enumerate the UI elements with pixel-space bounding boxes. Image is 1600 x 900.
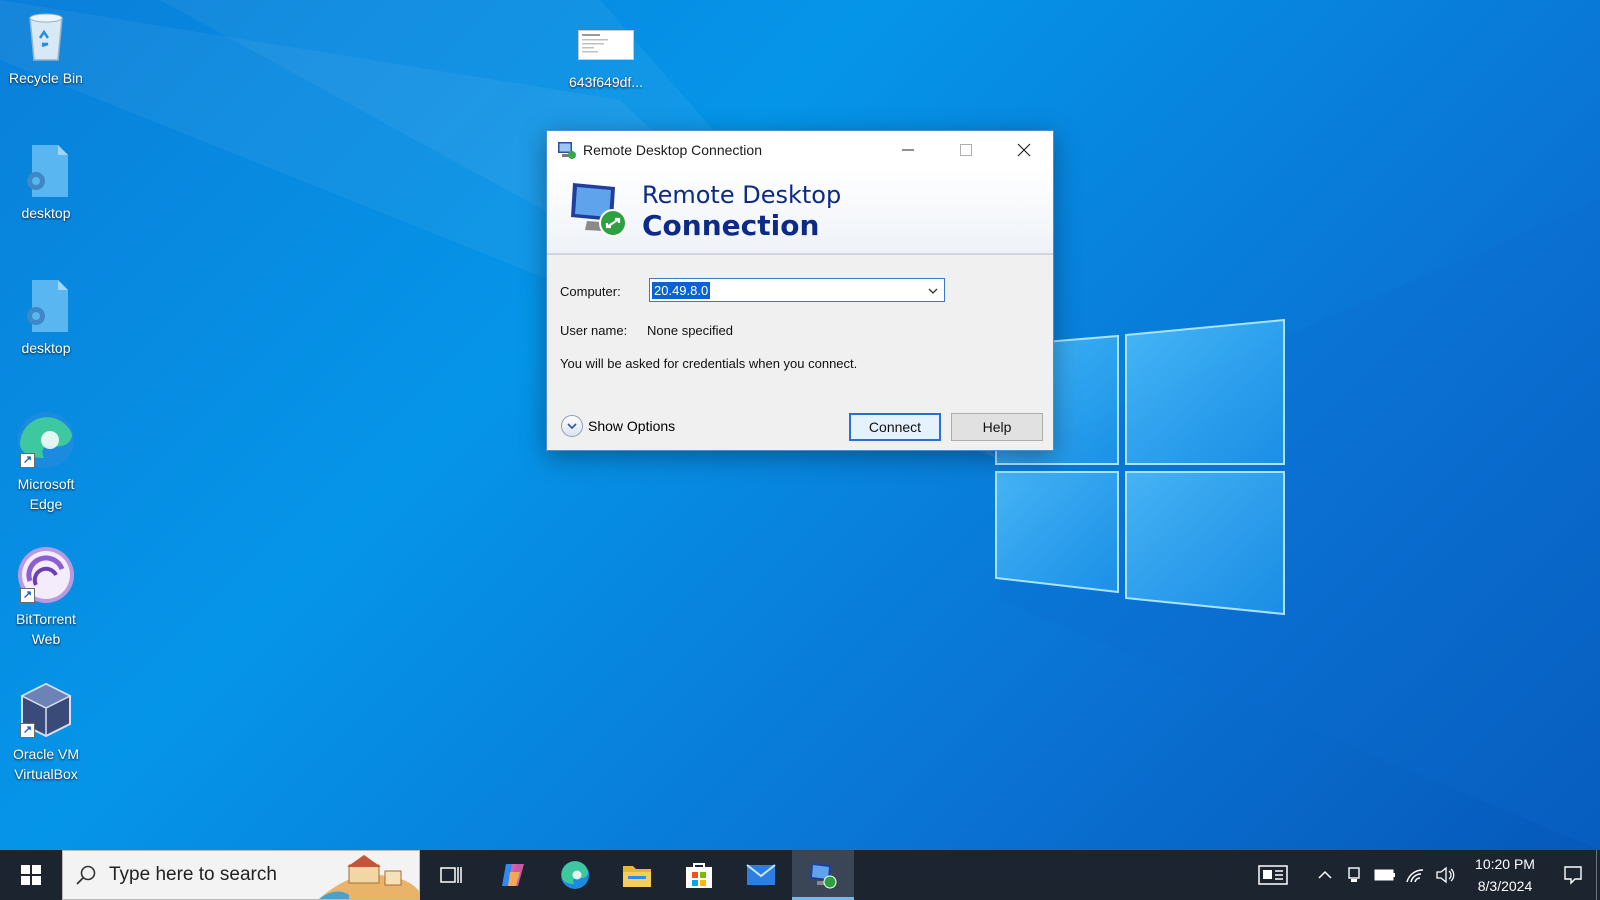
expand-chevron-icon [561,415,583,437]
desktop-icon-label: desktop [21,340,71,356]
desktop-icon-label: Recycle Bin [9,70,83,86]
search-placeholder: Type here to search [109,864,277,885]
help-button[interactable]: Help [951,413,1043,441]
desktop-icon-virtualbox[interactable]: ↗ Oracle VM VirtualBox [1,680,91,784]
taskbar-edge[interactable] [544,850,606,900]
taskbar-file-explorer[interactable] [606,850,668,900]
desktop-icon-label: Oracle VM VirtualBox [12,746,80,782]
tray-volume[interactable] [1430,850,1460,900]
taskbar-copilot[interactable] [482,850,544,900]
wifi-icon [1406,869,1424,883]
dialog-titlebar[interactable]: Remote Desktop Connection [547,131,1053,169]
battery-icon [1374,869,1395,881]
meet-now-icon [1348,867,1360,882]
news-icon [1258,865,1288,885]
remote-desktop-dialog: Remote Desktop Connection Remote Desktop… [546,130,1054,451]
edge-icon: ↗ [16,410,76,470]
windows-start-icon [21,865,41,885]
image-thumbnail-icon [578,30,634,64]
start-button[interactable] [0,850,62,900]
taskbar-remote-desktop[interactable] [792,850,854,900]
desktop-icon-bittorrent-web[interactable]: ↗ BitTorrent Web [1,545,91,649]
maximize-button[interactable] [937,131,995,169]
close-button[interactable] [995,131,1053,169]
desktop-icon-image-file[interactable]: 643f649df... [561,30,651,92]
search-highlight-illustration-icon [319,855,419,899]
remote-desktop-icon [810,863,837,889]
chevron-down-icon[interactable] [926,284,940,298]
dialog-title: Remote Desktop Connection [583,142,762,158]
virtualbox-icon: ↗ [16,680,76,740]
tray-notifications[interactable] [1550,850,1596,900]
tray-battery[interactable] [1370,850,1400,900]
desktop-icon-microsoft-edge[interactable]: ↗ Microsoft Edge [1,410,91,514]
remote-desktop-icon [558,142,576,159]
desktop-icon-label: 643f649df... [569,74,643,90]
minimize-icon [902,149,914,151]
settings-file-icon [18,143,74,199]
bittorrent-icon: ↗ [16,545,76,605]
taskbar-microsoft-store[interactable] [668,850,730,900]
search-icon [76,865,96,885]
edge-icon [561,861,589,889]
connect-button[interactable]: Connect [849,413,941,441]
chevron-up-icon [1318,870,1332,879]
remote-desktop-logo-icon [571,183,627,237]
file-explorer-icon [623,866,651,887]
banner-title-line1: Remote Desktop [642,181,842,209]
tray-network[interactable] [1400,850,1430,900]
username-label: User name: [560,323,628,338]
credentials-info-text: You will be asked for credentials when y… [560,356,858,371]
desktop-icon-desktop-ini-2[interactable]: desktop [1,278,91,358]
notification-icon [1564,866,1582,885]
desktop-icon-desktop-ini-1[interactable]: desktop [1,143,91,223]
tray-meet-now[interactable] [1340,850,1370,900]
mail-icon [746,864,776,885]
computer-input[interactable]: 20.49.8.0 [652,281,711,299]
shortcut-arrow-icon: ↗ [20,588,35,603]
computer-combobox[interactable]: 20.49.8.0 [649,278,945,302]
username-value: None specified [647,323,733,338]
copilot-icon [502,864,524,886]
shortcut-arrow-icon: ↗ [20,723,35,738]
computer-label: Computer: [560,284,621,299]
close-icon [1017,143,1031,157]
show-options-toggle[interactable]: Show Options [561,413,675,439]
shortcut-arrow-icon: ↗ [20,453,35,468]
clock-date: 8/3/2024 [1477,878,1533,894]
show-desktop-button[interactable] [1596,850,1600,900]
minimize-button[interactable] [879,131,937,169]
desktop-icon-label: Microsoft Edge [17,476,75,512]
show-options-label: Show Options [588,418,676,434]
recycle-bin-icon [18,8,74,64]
taskbar-search-box[interactable]: Type here to search [62,850,420,900]
task-view-icon [440,867,462,883]
tray-news-widget[interactable] [1248,850,1298,900]
system-tray: 10:20 PM 8/3/2024 [1248,850,1600,900]
taskbar-clock[interactable]: 10:20 PM 8/3/2024 [1468,853,1542,897]
banner-title-line2: Connection [642,209,820,242]
taskbar: Type here to search 10:20 PM 8/3/2024 [0,850,1600,900]
volume-icon [1436,866,1455,884]
taskbar-task-view[interactable] [420,850,482,900]
taskbar-mail[interactable] [730,850,792,900]
settings-file-icon [18,278,74,334]
clock-time: 10:20 PM [1475,856,1535,872]
maximize-icon [960,144,972,156]
desktop-icon-label: BitTorrent Web [16,611,76,647]
tray-show-hidden[interactable] [1310,850,1340,900]
microsoft-store-icon [686,863,712,888]
desktop-icon-recycle-bin[interactable]: Recycle Bin [1,8,91,88]
desktop-icon-label: desktop [21,205,71,221]
dialog-banner: Remote Desktop Connection [547,169,1053,255]
